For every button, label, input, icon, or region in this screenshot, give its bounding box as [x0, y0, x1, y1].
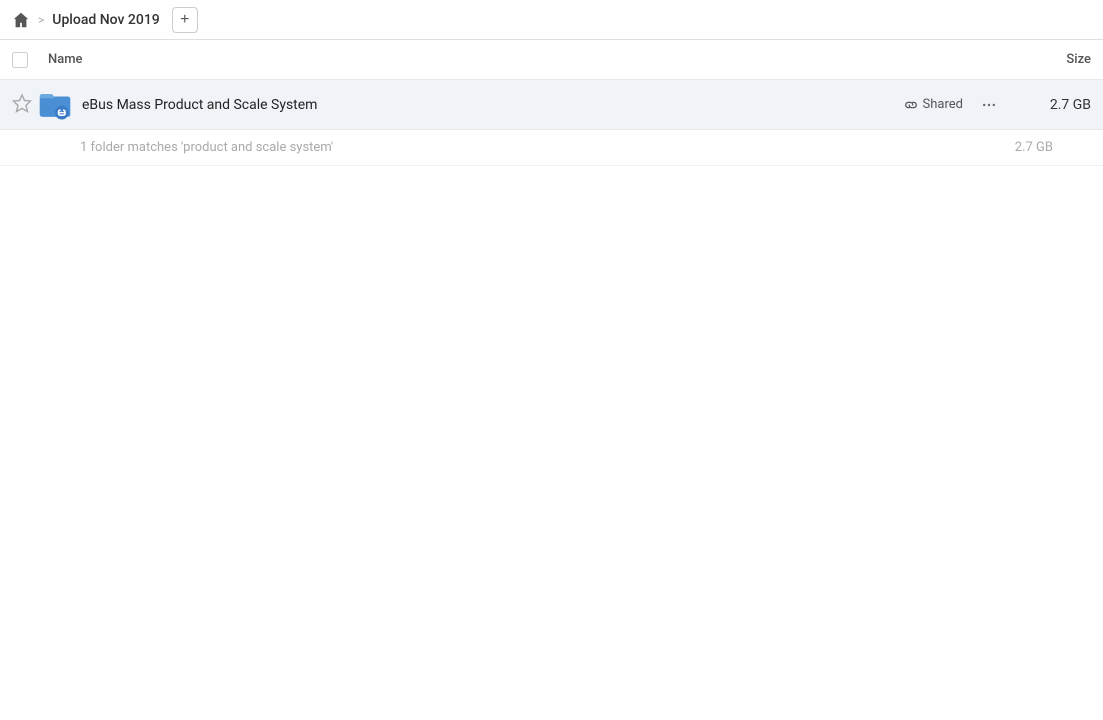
- table-header: Name Size: [0, 40, 1103, 80]
- add-button[interactable]: +: [172, 7, 198, 33]
- home-icon: [12, 11, 30, 29]
- shared-label: Shared: [923, 97, 963, 112]
- select-all-checkbox[interactable]: [12, 52, 28, 68]
- match-info-size: 2.7 GB: [973, 140, 1053, 155]
- link-icon: [904, 98, 918, 112]
- breadcrumb-separator: >: [38, 13, 44, 27]
- breadcrumb-title: Upload Nov 2019: [52, 12, 159, 28]
- more-options-icon: [981, 97, 997, 113]
- select-all-checkbox-wrapper[interactable]: [12, 52, 48, 68]
- column-header-size: Size: [991, 52, 1091, 67]
- file-size: 2.7 GB: [1011, 97, 1091, 113]
- star-icon[interactable]: [12, 93, 32, 117]
- table-row[interactable]: eBus Mass Product and Scale System Share…: [0, 80, 1103, 130]
- breadcrumb-bar: > Upload Nov 2019 +: [0, 0, 1103, 40]
- home-breadcrumb[interactable]: [12, 11, 30, 29]
- file-name: eBus Mass Product and Scale System: [82, 97, 904, 113]
- match-info-row: 1 folder matches 'product and scale syst…: [0, 130, 1103, 166]
- shared-badge: Shared: [904, 97, 963, 112]
- folder-icon: [38, 88, 72, 122]
- more-options-button[interactable]: [975, 91, 1003, 119]
- column-header-name: Name: [48, 52, 991, 67]
- match-info-text: 1 folder matches 'product and scale syst…: [80, 140, 973, 155]
